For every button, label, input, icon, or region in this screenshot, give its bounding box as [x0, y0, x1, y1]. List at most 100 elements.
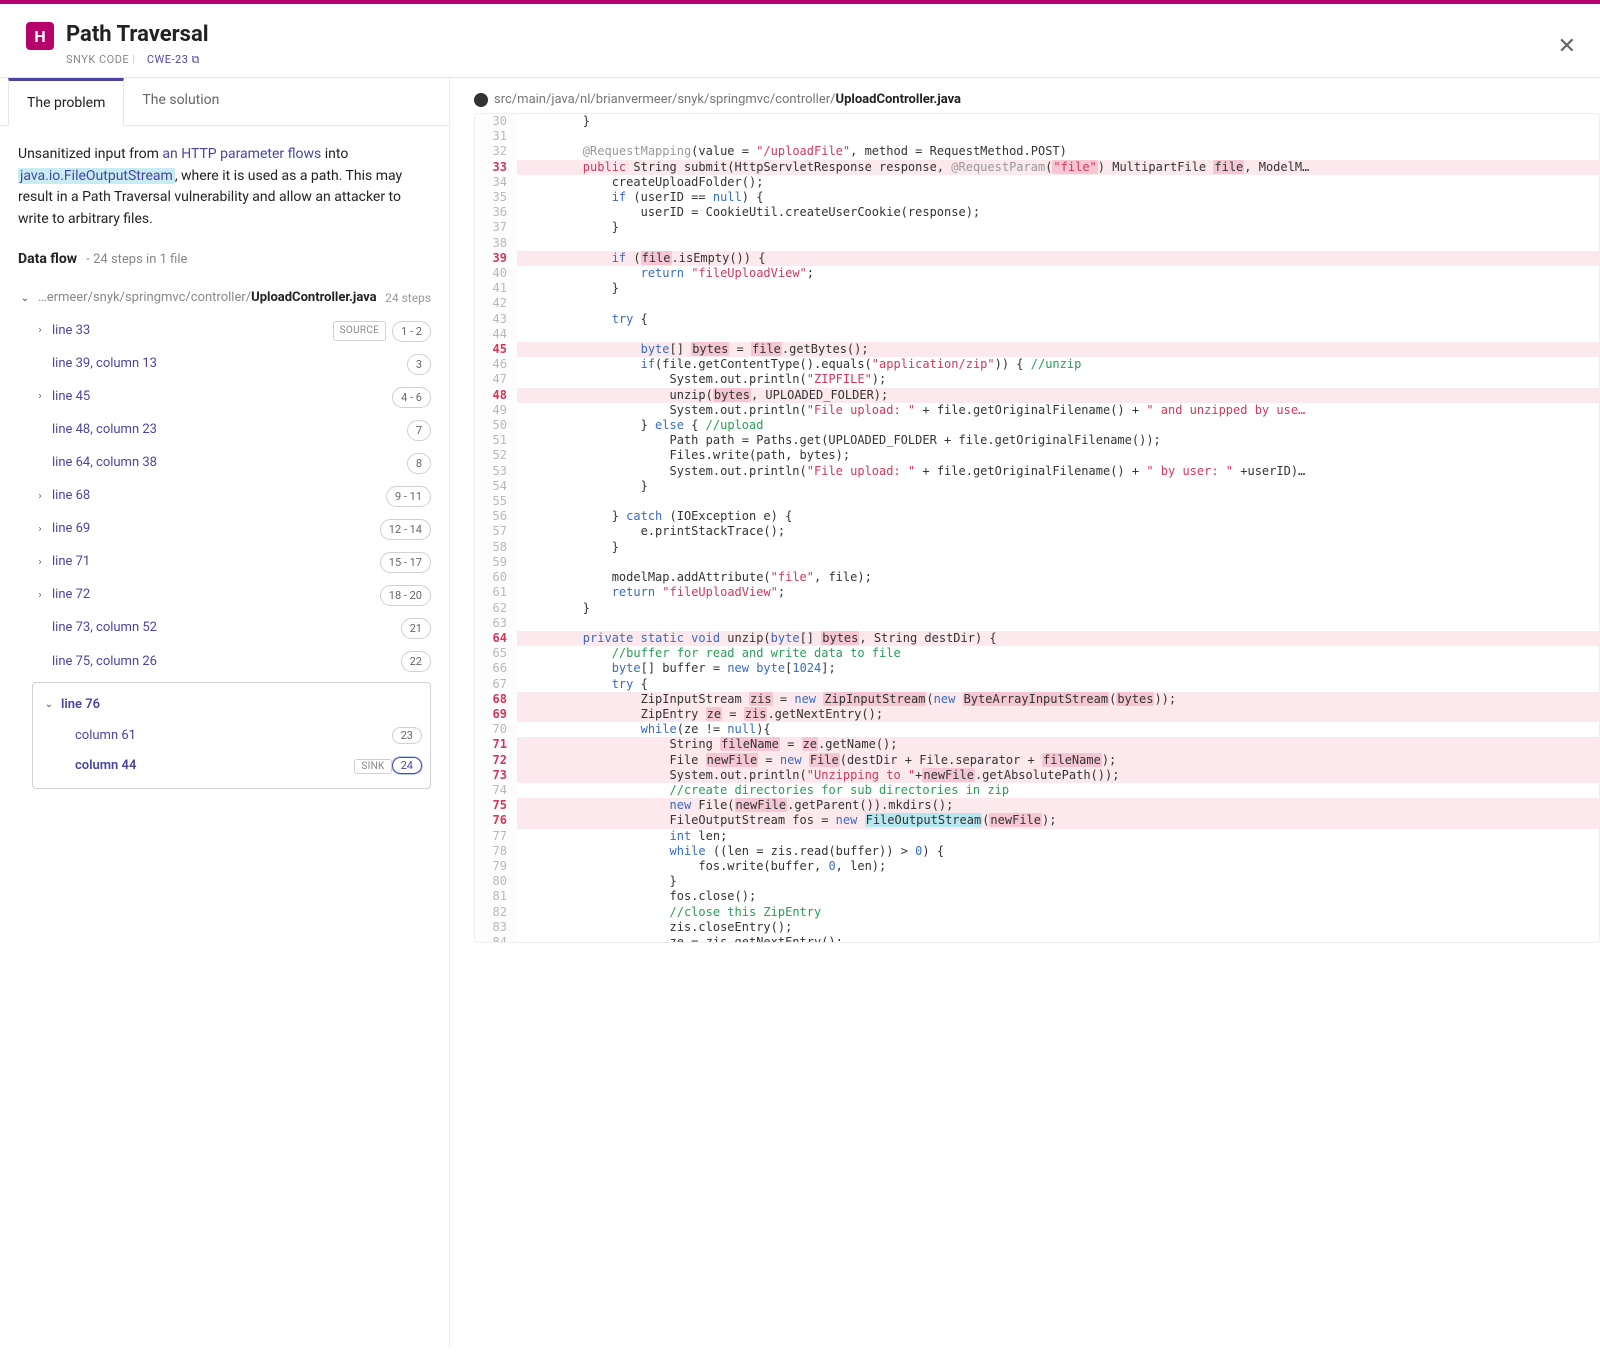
code-line: 67 try { [475, 677, 1599, 692]
flow-item[interactable]: line 39, column 133 [18, 348, 431, 381]
flow-item-expanded[interactable]: ⌄ line 76 [41, 689, 422, 721]
flow-item[interactable]: ›line 7115 - 17 [18, 546, 431, 579]
flow-item[interactable]: ›line 7218 - 20 [18, 579, 431, 612]
code-line: 55 [475, 494, 1599, 509]
code-scroll[interactable]: 30 }3132 @RequestMapping(value = "/uploa… [474, 113, 1600, 943]
code-text: if (file.isEmpty()) { [517, 251, 1599, 266]
code-text: int len; [517, 829, 1599, 844]
code-text: System.out.println("File upload: " + fil… [517, 403, 1599, 418]
sink-class-link[interactable]: java.io.FileOutputStream [18, 168, 175, 184]
flow-file-row[interactable]: ⌄ …ermeer/snyk/springmvc/controller/Uplo… [18, 282, 431, 314]
flow-step-pill: 1 - 2 [392, 321, 431, 342]
code-line: 48 unzip(bytes, UPLOADED_FOLDER); [475, 388, 1599, 403]
code-text: } [517, 114, 1599, 129]
line-number: 37 [475, 220, 517, 235]
code-text: FileOutputStream fos = new FileOutputStr… [517, 813, 1599, 828]
code-text: } [517, 601, 1599, 616]
code-line: 52 Files.write(path, bytes); [475, 448, 1599, 463]
code-line: 74 //create directories for sub director… [475, 783, 1599, 798]
code-text: if (userID == null) { [517, 190, 1599, 205]
line-number: 30 [475, 114, 517, 129]
tab-solution[interactable]: The solution [124, 78, 237, 125]
code-text: createUploadFolder(); [517, 175, 1599, 190]
code-line: 44 [475, 327, 1599, 342]
line-number: 66 [475, 661, 517, 676]
flow-item[interactable]: ›line 454 - 6 [18, 381, 431, 414]
chevron-right-icon: › [34, 555, 46, 571]
code-line: 37 } [475, 220, 1599, 235]
cwe-link[interactable]: CWE-23 ⧉ [147, 53, 200, 66]
code-line: 49 System.out.println("File upload: " + … [475, 403, 1599, 418]
code-text: ZipInputStream zis = new ZipInputStream(… [517, 692, 1599, 707]
line-number: 53 [475, 464, 517, 479]
code-line: 77 int len; [475, 829, 1599, 844]
flow-step-pill: 4 - 6 [392, 387, 431, 408]
line-number: 52 [475, 448, 517, 463]
code-text: @RequestMapping(value = "/uploadFile", m… [517, 144, 1599, 159]
dataflow-header: Data flow - 24 steps in 1 file [18, 249, 431, 271]
line-number: 42 [475, 296, 517, 311]
severity-icon: H [26, 22, 54, 50]
chevron-down-icon: ⌄ [43, 697, 55, 713]
line-number: 76 [475, 813, 517, 828]
code-text: } [517, 874, 1599, 889]
code-text: zis.closeEntry(); [517, 920, 1599, 935]
code-text: public String submit(HttpServletResponse… [517, 160, 1599, 175]
flow-item[interactable]: line 75, column 26 22 [18, 645, 431, 678]
code-line: 82 //close this ZipEntry [475, 905, 1599, 920]
flow-item[interactable]: ›line 689 - 11 [18, 480, 431, 513]
code-line: 50 } else { //upload [475, 418, 1599, 433]
code-line: 35 if (userID == null) { [475, 190, 1599, 205]
flow-step-pill: 22 [401, 651, 431, 672]
line-number: 36 [475, 205, 517, 220]
flow-item[interactable]: line 48, column 237 [18, 414, 431, 447]
flow-item-label: line 48, column 23 [52, 420, 157, 440]
flow-item[interactable]: line 73, column 5221 [18, 612, 431, 645]
code-text: try { [517, 312, 1599, 327]
line-number: 81 [475, 889, 517, 904]
chevron-right-icon: › [34, 389, 46, 405]
code-line: 45 byte[] bytes = file.getBytes(); [475, 342, 1599, 357]
code-text: fos.write(buffer, 0, len); [517, 859, 1599, 874]
close-icon[interactable]: ✕ [1558, 34, 1576, 59]
flow-item[interactable]: ›line 6912 - 14 [18, 513, 431, 546]
code-text: return "fileUploadView"; [517, 585, 1599, 600]
line-number: 34 [475, 175, 517, 190]
code-line: 62 } [475, 601, 1599, 616]
flow-item[interactable]: ›line 33SOURCE1 - 2 [18, 315, 431, 348]
code-line: 47 System.out.println("ZIPFILE"); [475, 372, 1599, 387]
line-number: 51 [475, 433, 517, 448]
line-number: 35 [475, 190, 517, 205]
code-line: 81 fos.close(); [475, 889, 1599, 904]
http-param-link[interactable]: an HTTP parameter flows [162, 146, 321, 162]
flow-item-label: line 75, column 26 [52, 652, 157, 672]
flow-sub-item[interactable]: column 44SINK24 [41, 751, 422, 781]
line-number: 67 [475, 677, 517, 692]
code-text: System.out.println("File upload: " + fil… [517, 464, 1599, 479]
code-line: 65 //buffer for read and write data to f… [475, 646, 1599, 661]
line-number: 63 [475, 616, 517, 631]
code-text: System.out.println("ZIPFILE"); [517, 372, 1599, 387]
code-text: } [517, 220, 1599, 235]
line-number: 74 [475, 783, 517, 798]
code-text: unzip(bytes, UPLOADED_FOLDER); [517, 388, 1599, 403]
line-number: 69 [475, 707, 517, 722]
flow-item[interactable]: line 64, column 388 [18, 447, 431, 480]
line-number: 68 [475, 692, 517, 707]
code-text: return "fileUploadView"; [517, 266, 1599, 281]
chevron-right-icon: › [34, 489, 46, 505]
code-text: String fileName = ze.getName(); [517, 737, 1599, 752]
flow-item-label: line 73, column 52 [52, 618, 157, 638]
flow-sub-item[interactable]: column 6123 [41, 721, 422, 751]
line-number: 43 [475, 312, 517, 327]
code-text: Files.write(path, bytes); [517, 448, 1599, 463]
flow-step-pill: 18 - 20 [380, 585, 431, 606]
tab-problem[interactable]: The problem [8, 78, 124, 126]
code-line: 40 return "fileUploadView"; [475, 266, 1599, 281]
code-line: 42 [475, 296, 1599, 311]
line-number: 62 [475, 601, 517, 616]
line-number: 61 [475, 585, 517, 600]
code-text: //create directories for sub directories… [517, 783, 1599, 798]
code-line: 33 public String submit(HttpServletRespo… [475, 160, 1599, 175]
code-text [517, 236, 1599, 251]
